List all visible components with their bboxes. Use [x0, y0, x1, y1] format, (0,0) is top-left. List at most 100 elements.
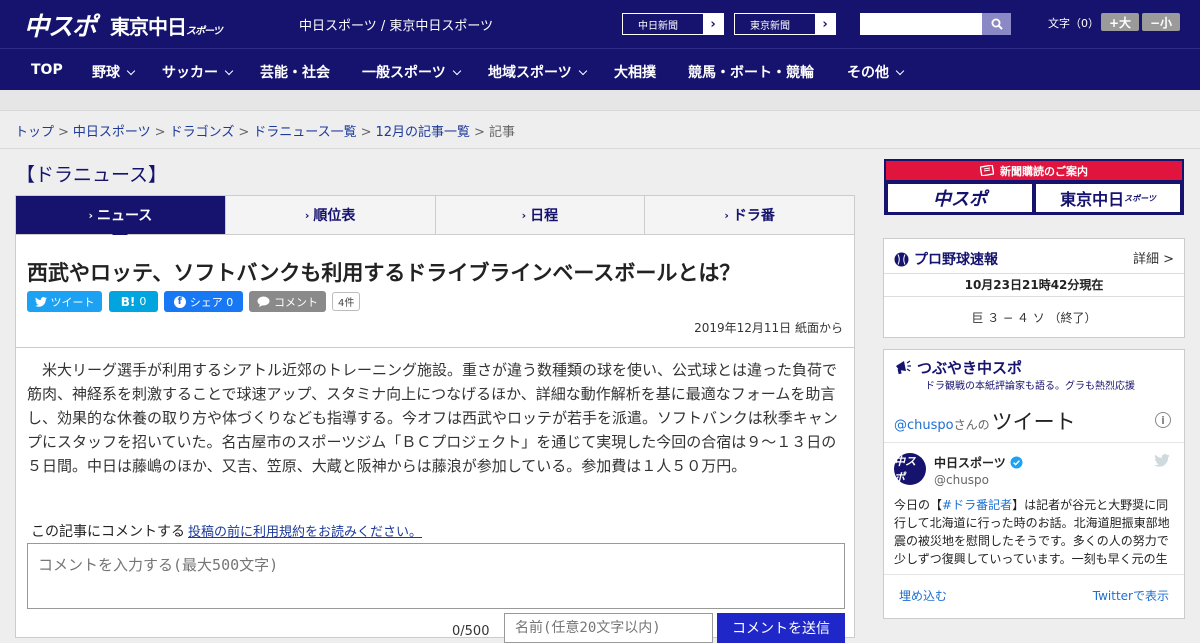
logo-chuspo[interactable]: 中スポ [24, 7, 97, 43]
baseball-title-text: プロ野球速報 [914, 252, 998, 268]
facebook-share-button[interactable]: f シェア 0 [164, 291, 243, 312]
twitter-widget-title-text: つぶやき中スポ [917, 359, 1023, 377]
font-larger-button[interactable]: +大 [1101, 13, 1139, 31]
terms-link[interactable]: 投稿の前に利用規約をお読みください。 [188, 525, 422, 540]
view-on-twitter-link[interactable]: Twitterで表示 [1093, 587, 1169, 604]
nav-label: 大相撲 [614, 65, 656, 81]
avatar[interactable]: 中スポ [894, 453, 926, 485]
hatena-count: 0 [139, 295, 147, 308]
breadcrumb-separator: > [154, 125, 166, 140]
breadcrumb-december-articles[interactable]: 12月の記事一覧 [376, 125, 471, 140]
hatena-bookmark-button[interactable]: B! 0 [109, 291, 158, 312]
chevron-right-icon: › [88, 208, 93, 222]
comment-button[interactable]: コメント [249, 291, 326, 312]
char-count: 0/500 [452, 624, 490, 639]
info-icon[interactable]: i [1155, 412, 1171, 428]
tab-news[interactable]: › ニュース [16, 196, 226, 242]
top-bar: 中スポ 東京中日スポーツ 中日スポーツ / 東京中日スポーツ 中日新聞 › 東京新… [0, 0, 1200, 48]
timeline-header: @chuspoさんのツイート [894, 406, 1076, 436]
nav-item-racing[interactable]: 競馬・ボート・競輪 [688, 62, 814, 82]
banner-logo-tokyo-chunichi[interactable]: 東京中日 スポーツ [1036, 184, 1180, 212]
breadcrumb-separator: > [238, 125, 250, 140]
hashtag-link[interactable]: #ドラ番記者 [942, 498, 1012, 512]
section-tabs: › ニュース › 順位表 › 日程 › ドラ番 [15, 195, 855, 242]
nav-item-other[interactable]: その他 [847, 62, 905, 82]
logo-tokyo-chunichi[interactable]: 東京中日スポーツ [110, 11, 223, 40]
search-button[interactable] [982, 13, 1011, 35]
font-smaller-button[interactable]: −小 [1142, 13, 1180, 31]
nav-item-local-sports[interactable]: 地域スポーツ [488, 62, 587, 82]
nav-item-general-sports[interactable]: 一般スポーツ [362, 62, 461, 82]
tab-dra-ban[interactable]: › ドラ番 [645, 196, 854, 234]
tweet-account-name[interactable]: 中日スポーツ [934, 454, 1023, 471]
article-date: 2019年12月11日 紙面から [694, 321, 843, 335]
chevron-down-icon [578, 66, 587, 76]
hatena-b-icon: B! [120, 294, 136, 309]
facebook-icon: f [173, 295, 186, 308]
nav-item-sumo[interactable]: 大相撲 [614, 62, 656, 82]
search-input[interactable] [860, 13, 982, 35]
divider [0, 148, 1200, 149]
article-title: 西武やロッテ、ソフトバンクも利用するドライブラインベースボールとは？ [27, 261, 741, 285]
divider [884, 574, 1184, 575]
site-title: 中日スポーツ / 東京中日スポーツ [299, 19, 494, 34]
breadcrumb-separator: > [360, 125, 372, 140]
nav-label: 芸能・社会 [260, 65, 330, 81]
banner-logo-chuspo[interactable]: 中スポ [888, 184, 1032, 212]
banner-logo-tokyo-small: スポーツ [1124, 193, 1156, 203]
chevron-down-icon [224, 66, 234, 76]
baseball-detail-link[interactable]: 詳細 > [1133, 248, 1174, 267]
tweet-text-pre: 今日の【 [894, 498, 943, 512]
search-icon [991, 18, 1003, 30]
twitter-bird-icon[interactable] [1154, 454, 1170, 467]
tokyo-shimbun-link[interactable]: 東京新聞 › [734, 13, 836, 35]
name-input[interactable] [504, 613, 713, 643]
chunichi-shimbun-link[interactable]: 中日新聞 › [622, 13, 724, 35]
twitter-widget-subtitle: ドラ観戦の本紙評論家も語る。グラも熱烈応援 [925, 381, 1135, 392]
breadcrumb-top[interactable]: トップ [15, 125, 54, 140]
nav-label: 一般スポーツ [362, 65, 446, 81]
timeline-handle-link[interactable]: @chuspo [894, 418, 954, 433]
breadcrumb-chunichi-sports[interactable]: 中日スポーツ [73, 125, 151, 140]
baseball-timestamp: 10月23日21時42分現在 [884, 273, 1184, 297]
chevron-down-icon [895, 66, 905, 76]
tab-standings[interactable]: › 順位表 [226, 196, 436, 234]
breadcrumb-current: 記事 [488, 125, 515, 140]
font-size-label: 文字（0） [1048, 17, 1099, 30]
tweet-account-handle[interactable]: @chuspo [934, 473, 989, 487]
baseball-score[interactable]: 巨 ３ − ４ ソ （終了） [884, 309, 1184, 326]
comment-input[interactable] [27, 543, 845, 609]
divider [884, 442, 1184, 443]
tweet-button[interactable]: ツイート [27, 291, 102, 312]
chevron-right-icon: › [521, 208, 527, 222]
nav-item-top[interactable]: TOP [31, 62, 63, 78]
megaphone-icon [896, 360, 911, 375]
tweet-text: 今日の【#ドラ番記者】は記者が谷元と大野奨に同行して北海道に行った時のお話。北海… [894, 496, 1178, 566]
breadcrumb-separator: > [474, 125, 485, 140]
banner-heading-text: 新聞購読のご案内 [1000, 164, 1088, 178]
comment-label: コメント [274, 295, 318, 309]
nav-item-soccer[interactable]: サッカー [162, 62, 234, 82]
breadcrumb-dra-news-list[interactable]: ドラニュース一覧 [253, 125, 356, 140]
newspaper-icon [980, 165, 994, 176]
tab-schedule[interactable]: › 日程 [436, 196, 646, 234]
submit-comment-button[interactable]: コメントを送信 [717, 613, 845, 643]
subscription-banner[interactable]: 新聞購読のご案内 中スポ 東京中日 スポーツ [884, 159, 1184, 215]
banner-heading: 新聞購読のご案内 [886, 161, 1182, 180]
embed-link[interactable]: 埋め込む [899, 587, 947, 604]
tweet-label: ツイート [50, 295, 95, 309]
tab-label: 順位表 [313, 208, 356, 224]
verified-badge-icon [1010, 456, 1023, 469]
nav-item-entertainment[interactable]: 芸能・社会 [260, 62, 330, 82]
twitter-widget-title: つぶやき中スポ [894, 357, 1022, 378]
tweet-account-name-text: 中日スポーツ [934, 456, 1006, 470]
main-nav: TOP 野球 サッカー 芸能・社会 一般スポーツ 地域スポーツ 大相撲 競馬・ボ… [0, 48, 1200, 90]
tab-label: ニュース [96, 208, 153, 224]
breadcrumb-dragons[interactable]: ドラゴンズ [170, 125, 235, 140]
chevron-right-icon: › [724, 208, 729, 222]
nav-item-baseball[interactable]: 野球 [92, 62, 136, 82]
speech-bubble-icon [257, 296, 270, 307]
timeline-tweets-label: ツイート [991, 410, 1076, 434]
baseball-widget-title: プロ野球速報 [894, 249, 998, 269]
chevron-right-icon: › [703, 14, 723, 34]
